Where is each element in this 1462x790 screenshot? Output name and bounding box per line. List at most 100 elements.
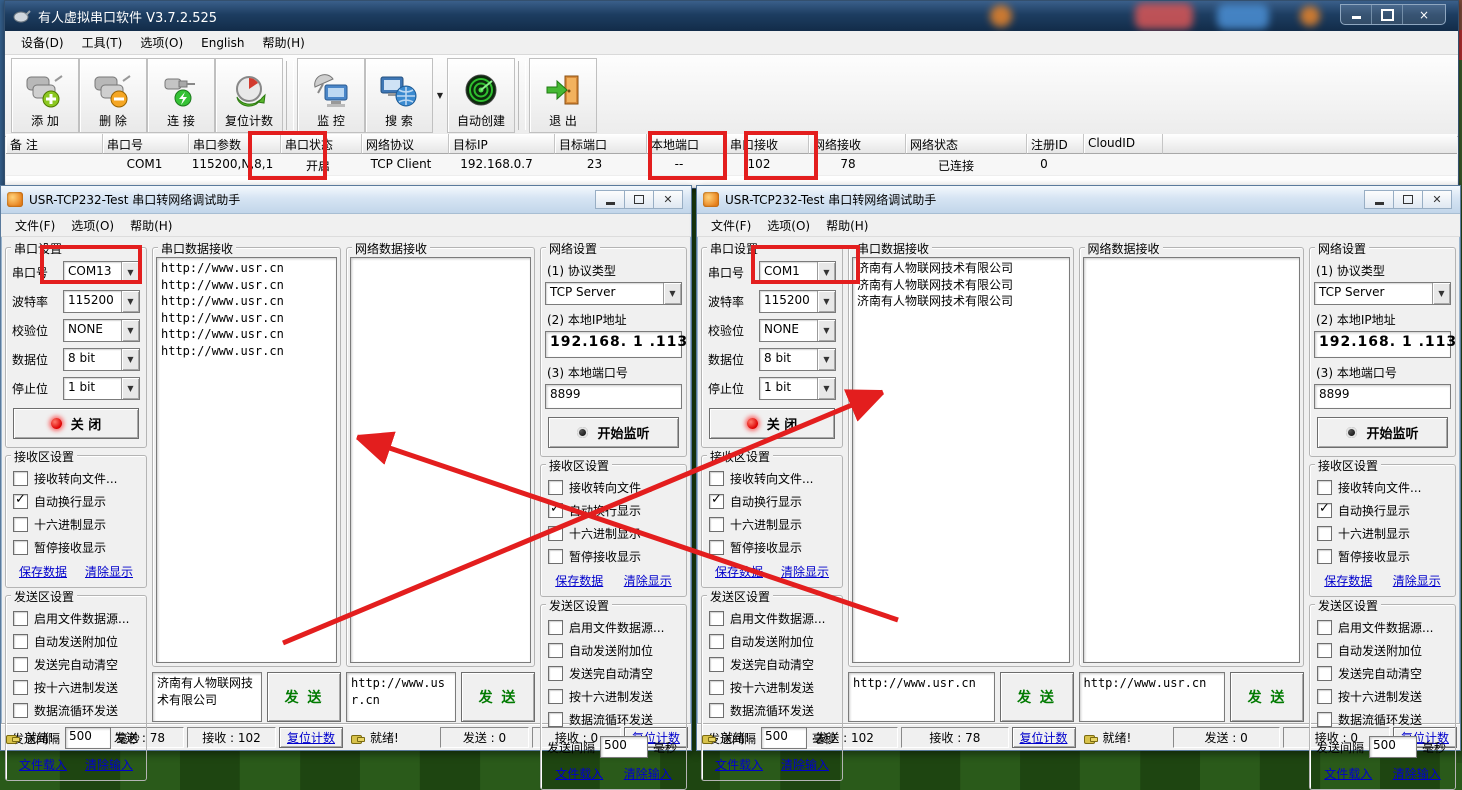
com-port-select[interactable]: COM1▼ bbox=[759, 261, 836, 284]
protocol-select[interactable]: TCP Server▼ bbox=[1314, 282, 1451, 305]
col-serial-rx[interactable]: 串口接收 bbox=[726, 134, 809, 154]
checkbox-loop-send[interactable]: 数据流循环发送 bbox=[13, 702, 139, 719]
load-file-link[interactable]: 文件载入 bbox=[555, 765, 603, 782]
checkbox-file-source[interactable]: 启用文件数据源... bbox=[709, 610, 835, 627]
menu-help[interactable]: 帮助(H) bbox=[122, 215, 180, 236]
minimize-button[interactable] bbox=[595, 190, 625, 209]
checkbox-auto-append[interactable]: 自动发送附加位 bbox=[1317, 642, 1448, 659]
checkbox-hex-display[interactable]: 十六进制显示 bbox=[1317, 525, 1448, 542]
checkbox-auto-append[interactable]: 自动发送附加位 bbox=[548, 642, 679, 659]
col-target-port[interactable]: 目标端口 bbox=[555, 134, 647, 154]
col-note[interactable]: 备 注 bbox=[6, 134, 103, 154]
menu-options[interactable]: 选项(O) bbox=[759, 215, 818, 236]
maximize-button[interactable] bbox=[1393, 190, 1423, 209]
menu-english[interactable]: English bbox=[193, 33, 252, 53]
checkbox-recv-to-file[interactable]: 接收转向文件... bbox=[1317, 479, 1448, 496]
checkbox-clear-after-send[interactable]: 发送完自动清空 bbox=[13, 656, 139, 673]
clear-input-link[interactable]: 清除输入 bbox=[85, 756, 133, 773]
serial-send-input[interactable]: 济南有人物联网技术有限公司 bbox=[152, 672, 262, 722]
clear-input-link[interactable]: 清除输入 bbox=[781, 756, 829, 773]
col-cloud-id[interactable]: CloudID bbox=[1084, 134, 1163, 154]
minimize-button[interactable] bbox=[1364, 190, 1394, 209]
baud-select[interactable]: 115200▼ bbox=[63, 290, 140, 313]
serial-send-button[interactable]: 发 送 bbox=[1000, 672, 1074, 722]
clear-display-link[interactable]: 清除显示 bbox=[85, 563, 133, 580]
reset-count-button[interactable]: 复位计数 bbox=[279, 727, 343, 748]
checkbox-pause-recv[interactable]: 暂停接收显示 bbox=[548, 548, 679, 565]
checkbox-file-source[interactable]: 启用文件数据源... bbox=[548, 619, 679, 636]
checkbox-clear-after-send[interactable]: 发送完自动清空 bbox=[1317, 665, 1448, 682]
checkbox-auto-append[interactable]: 自动发送附加位 bbox=[13, 633, 139, 650]
minimize-button[interactable] bbox=[1341, 5, 1372, 24]
interval-input[interactable]: 500 bbox=[600, 736, 648, 758]
checkbox-auto-newline[interactable]: 自动换行显示 bbox=[548, 502, 679, 519]
col-local-port[interactable]: 本地端口 bbox=[647, 134, 726, 154]
checkbox-file-source[interactable]: 启用文件数据源... bbox=[13, 610, 139, 627]
maximize-button[interactable] bbox=[624, 190, 654, 209]
menu-help[interactable]: 帮助(H) bbox=[254, 31, 312, 54]
com-port-select[interactable]: COM13▼ bbox=[63, 261, 140, 284]
checkbox-loop-send[interactable]: 数据流循环发送 bbox=[548, 711, 679, 728]
save-data-link[interactable]: 保存数据 bbox=[715, 563, 763, 580]
checkbox-recv-to-file[interactable]: 接收转向文件... bbox=[709, 470, 835, 487]
parity-select[interactable]: NONE▼ bbox=[759, 319, 836, 342]
clear-input-link[interactable]: 清除输入 bbox=[1393, 765, 1441, 782]
checkbox-recv-to-file[interactable]: 接收转向文件... bbox=[548, 479, 679, 496]
delete-button[interactable]: 删 除 bbox=[79, 58, 147, 133]
menu-file[interactable]: 文件(F) bbox=[7, 215, 63, 236]
checkbox-hex-display[interactable]: 十六进制显示 bbox=[709, 516, 835, 533]
checkbox-send-hex[interactable]: 按十六进制发送 bbox=[548, 688, 679, 705]
add-button[interactable]: 添 加 bbox=[11, 58, 79, 133]
col-params[interactable]: 串口参数 bbox=[189, 134, 281, 154]
clear-display-link[interactable]: 清除显示 bbox=[781, 563, 829, 580]
search-button[interactable]: 搜 索 bbox=[365, 58, 433, 133]
databits-select[interactable]: 8 bit▼ bbox=[759, 348, 836, 371]
menu-device[interactable]: 设备(D) bbox=[13, 31, 72, 54]
checkbox-hex-display[interactable]: 十六进制显示 bbox=[13, 516, 139, 533]
menu-help[interactable]: 帮助(H) bbox=[818, 215, 876, 236]
close-button[interactable]: × bbox=[1403, 5, 1445, 24]
checkbox-auto-newline[interactable]: 自动换行显示 bbox=[1317, 502, 1448, 519]
checkbox-auto-newline[interactable]: 自动换行显示 bbox=[709, 493, 835, 510]
checkbox-recv-to-file[interactable]: 接收转向文件... bbox=[13, 470, 139, 487]
checkbox-send-hex[interactable]: 按十六进制发送 bbox=[13, 679, 139, 696]
menu-tools[interactable]: 工具(T) bbox=[74, 31, 131, 54]
network-send-button[interactable]: 发 送 bbox=[461, 672, 535, 722]
save-data-link[interactable]: 保存数据 bbox=[555, 572, 603, 589]
checkbox-hex-display[interactable]: 十六进制显示 bbox=[548, 525, 679, 542]
checkbox-loop-send[interactable]: 数据流循环发送 bbox=[1317, 711, 1448, 728]
checkbox-file-source[interactable]: 启用文件数据源... bbox=[1317, 619, 1448, 636]
local-port-input[interactable]: 8899 bbox=[1314, 384, 1451, 409]
col-net-rx[interactable]: 网络接收 bbox=[809, 134, 906, 154]
table-row[interactable]: COM1 115200,N,8,1 开启 TCP Client 192.168.… bbox=[6, 154, 1457, 176]
auto-create-button[interactable]: 自动创建 bbox=[447, 58, 515, 133]
clear-input-link[interactable]: 清除输入 bbox=[624, 765, 672, 782]
save-data-link[interactable]: 保存数据 bbox=[1324, 572, 1372, 589]
save-data-link[interactable]: 保存数据 bbox=[19, 563, 67, 580]
checkbox-send-hex[interactable]: 按十六进制发送 bbox=[709, 679, 835, 696]
stopbits-select[interactable]: 1 bit▼ bbox=[759, 377, 836, 400]
col-net-state[interactable]: 网络状态 bbox=[906, 134, 1027, 154]
col-com[interactable]: 串口号 bbox=[103, 134, 189, 154]
connect-button[interactable]: 连 接 bbox=[147, 58, 215, 133]
close-button[interactable]: ✕ bbox=[653, 190, 683, 209]
network-send-button[interactable]: 发 送 bbox=[1230, 672, 1304, 722]
load-file-link[interactable]: 文件载入 bbox=[19, 756, 67, 773]
interval-input[interactable]: 500 bbox=[761, 727, 807, 749]
interval-input[interactable]: 500 bbox=[65, 727, 111, 749]
search-dropdown-arrow[interactable]: ▼ bbox=[433, 57, 447, 134]
menu-file[interactable]: 文件(F) bbox=[703, 215, 759, 236]
serial-rx-area[interactable]: http://www.usr.cn http://www.usr.cn http… bbox=[156, 257, 337, 663]
menu-options[interactable]: 选项(O) bbox=[132, 31, 191, 54]
maximize-button[interactable] bbox=[1372, 5, 1403, 24]
close-button[interactable]: ✕ bbox=[1422, 190, 1452, 209]
menu-options[interactable]: 选项(O) bbox=[63, 215, 122, 236]
checkbox-pause-recv[interactable]: 暂停接收显示 bbox=[709, 539, 835, 556]
monitor-button[interactable]: 监 控 bbox=[297, 58, 365, 133]
checkbox-clear-after-send[interactable]: 发送完自动清空 bbox=[709, 656, 835, 673]
start-listen-button[interactable]: 开始监听 bbox=[1317, 417, 1448, 448]
network-send-input[interactable]: http://www.usr.cn bbox=[346, 672, 456, 722]
load-file-link[interactable]: 文件载入 bbox=[1324, 765, 1372, 782]
network-send-input[interactable]: http://www.usr.cn bbox=[1079, 672, 1226, 722]
serial-send-input[interactable]: http://www.usr.cn bbox=[848, 672, 995, 722]
